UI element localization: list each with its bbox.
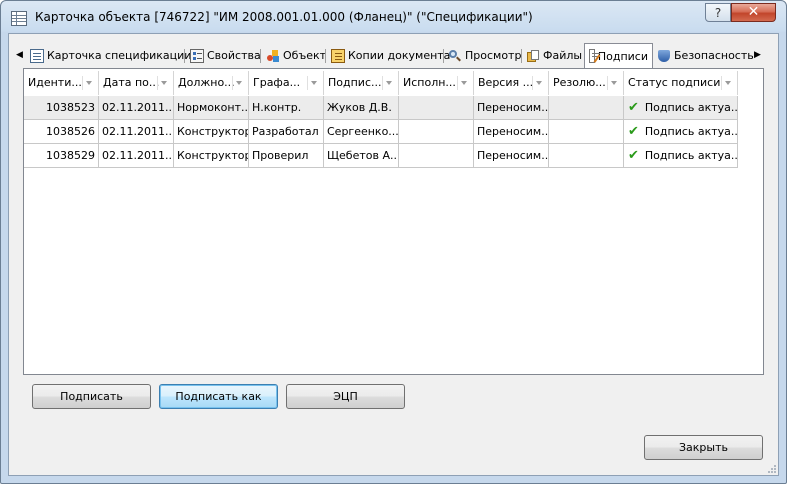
status-cell: ✔ Подпись актуа...	[624, 144, 738, 168]
tab-label: Свойства	[207, 49, 261, 62]
window-title: Карточка объекта [746722] "ИМ 2008.001.0…	[35, 10, 533, 24]
tab-strip: ◀ Карточка спецификации Свойства Объект …	[16, 43, 767, 68]
column-filter-icon[interactable]	[607, 76, 619, 90]
tab-label: Подписи	[597, 49, 648, 63]
table-row[interactable]: 1038523 02.11.2011... Нормоконт... Н.кон…	[24, 96, 738, 120]
status-text: Подпись актуа...	[644, 149, 738, 162]
column-filter-icon[interactable]	[157, 76, 169, 90]
properties-icon	[190, 48, 204, 63]
tab-label: Копии документа	[348, 49, 451, 62]
tab-object[interactable]: Объект	[266, 45, 326, 66]
table-cell	[399, 96, 474, 120]
table-cell: 1038529	[24, 144, 99, 168]
table-cell: Переносим...	[474, 120, 549, 144]
tab-files[interactable]: Файлы	[526, 45, 582, 66]
table-cell: 02.11.2011...	[99, 120, 174, 144]
table-cell: Конструктор	[174, 144, 249, 168]
table-cell: Н.контр.	[249, 96, 324, 120]
tab-security[interactable]: Безопасность	[657, 45, 754, 66]
tab-properties[interactable]: Свойства	[190, 45, 261, 66]
sign-as-button[interactable]: Подписать как	[159, 384, 278, 409]
table-cell: Жуков Д.В.	[324, 96, 399, 120]
column-header[interactable]: Версия ...	[474, 71, 549, 95]
table-icon	[11, 11, 27, 26]
tab-spec-card[interactable]: Карточка спецификации	[30, 45, 191, 66]
status-cell: ✔ Подпись актуа...	[624, 120, 738, 144]
table-cell	[399, 144, 474, 168]
tab-document-copies[interactable]: Копии документа	[331, 45, 450, 66]
column-header[interactable]: Иденти...	[24, 71, 99, 95]
document-copies-icon	[331, 48, 345, 63]
table-cell: Конструктор	[174, 120, 249, 144]
column-header[interactable]: Дата по...	[99, 71, 174, 95]
column-header[interactable]: Исполн...	[399, 71, 474, 95]
column-filter-icon[interactable]	[82, 76, 94, 90]
column-header[interactable]: Статус подписи	[624, 71, 738, 95]
table-cell: 1038523	[24, 96, 99, 120]
spec-card-icon	[30, 48, 44, 63]
column-filter-icon[interactable]	[721, 76, 733, 90]
eds-button[interactable]: ЭЦП	[286, 384, 405, 409]
tab-label: Карточка спецификации	[47, 49, 192, 62]
tab-label: Файлы	[543, 49, 583, 62]
table-cell: 02.11.2011...	[99, 144, 174, 168]
table-row[interactable]: 1038526 02.11.2011... Конструктор Разраб…	[24, 120, 738, 144]
status-text: Подпись актуа...	[644, 101, 738, 114]
signatures-icon	[589, 49, 601, 63]
title-bar[interactable]: Карточка объекта [746722] "ИМ 2008.001.0…	[1, 1, 786, 33]
column-filter-icon[interactable]	[382, 76, 394, 90]
table-row[interactable]: 1038529 02.11.2011... Конструктор Провер…	[24, 144, 738, 168]
resize-grip-icon[interactable]	[767, 464, 777, 474]
shield-icon	[657, 49, 671, 63]
column-header[interactable]: Должно...	[174, 71, 249, 95]
tab-label: Объект	[283, 49, 327, 62]
column-filter-icon[interactable]	[457, 76, 469, 90]
object-icon	[266, 49, 280, 63]
dialog-window: Карточка объекта [746722] "ИМ 2008.001.0…	[0, 0, 787, 484]
column-header[interactable]: Резолю...	[549, 71, 624, 95]
checkmark-icon: ✔	[628, 124, 639, 139]
checkmark-icon: ✔	[628, 100, 639, 115]
table-cell	[549, 144, 624, 168]
table-cell: Щебетов А....	[324, 144, 399, 168]
table-cell	[549, 120, 624, 144]
table-cell: Переносим...	[474, 144, 549, 168]
table-cell: Нормоконт...	[174, 96, 249, 120]
tab-preview[interactable]: Просмотр	[448, 45, 521, 66]
table-cell: 02.11.2011...	[99, 96, 174, 120]
sign-button[interactable]: Подписать	[32, 384, 151, 409]
table-cell: Разработал	[249, 120, 324, 144]
column-header[interactable]: Графа...	[249, 71, 324, 95]
column-filter-icon[interactable]	[532, 76, 544, 90]
tab-label: Безопасность	[674, 49, 754, 62]
tab-scroll-right-icon[interactable]: ▶	[754, 48, 764, 62]
grid-header: Иденти... Дата по... Должно... Графа... …	[24, 71, 738, 95]
table-cell: Сергеенко...	[324, 120, 399, 144]
tab-label: Просмотр	[465, 49, 522, 62]
close-button[interactable]: Закрыть	[644, 435, 763, 460]
tab-scroll-left-icon[interactable]: ◀	[16, 48, 26, 62]
checkmark-icon: ✔	[628, 148, 639, 163]
close-window-button[interactable]: ✕	[731, 3, 776, 22]
table-cell: Переносим...	[474, 96, 549, 120]
files-icon	[526, 49, 540, 63]
help-button[interactable]: ?	[705, 3, 731, 22]
table-cell	[399, 120, 474, 144]
magnifier-icon	[448, 49, 462, 63]
column-filter-icon[interactable]	[232, 76, 244, 90]
signatures-grid: Иденти... Дата по... Должно... Графа... …	[23, 68, 764, 375]
status-text: Подпись актуа...	[644, 125, 738, 138]
column-filter-icon[interactable]	[307, 76, 319, 90]
table-cell: Проверил	[249, 144, 324, 168]
table-cell	[549, 96, 624, 120]
column-header[interactable]: Подпис...	[324, 71, 399, 95]
status-cell: ✔ Подпись актуа...	[624, 96, 738, 120]
table-cell: 1038526	[24, 120, 99, 144]
tab-signatures[interactable]: Подписи	[584, 43, 653, 68]
